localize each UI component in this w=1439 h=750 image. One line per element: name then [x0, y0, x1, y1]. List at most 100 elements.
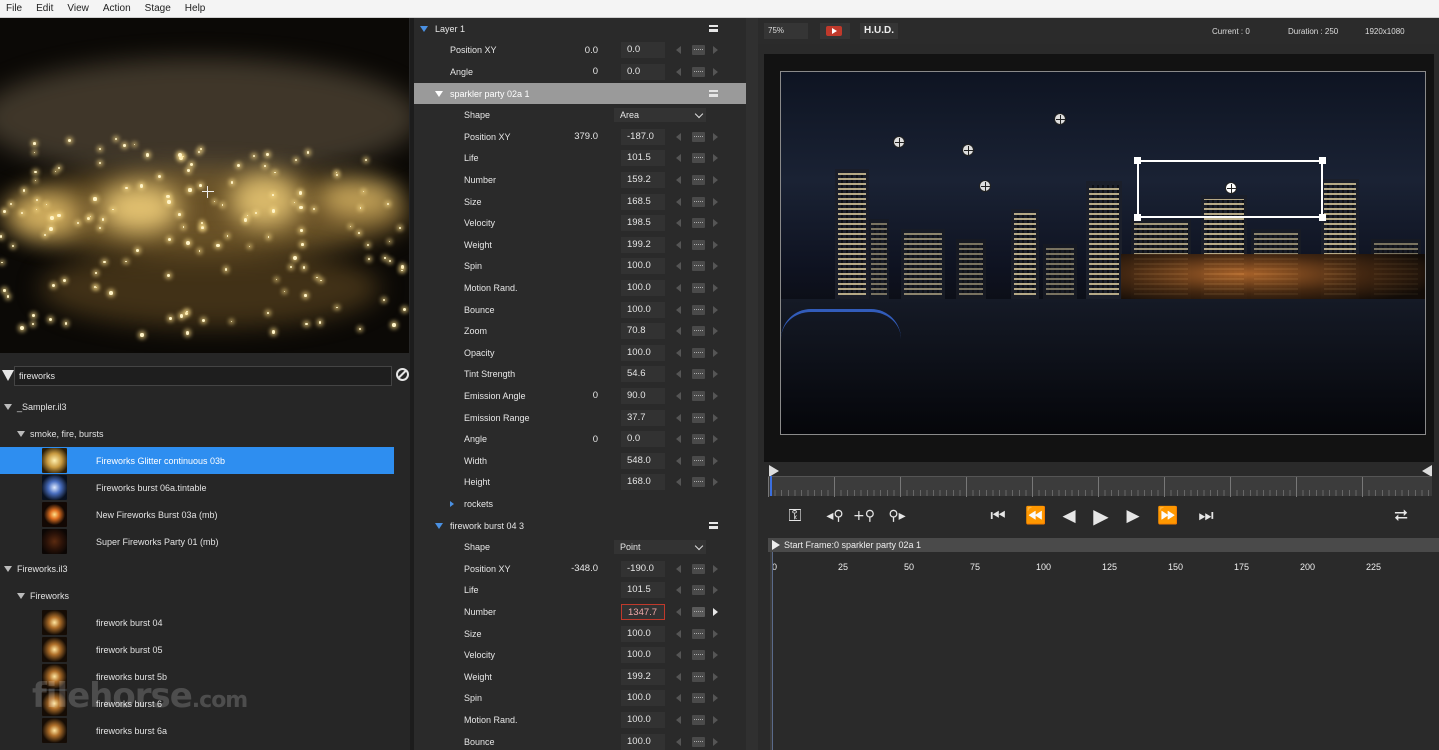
param-value[interactable]: 168.5 [621, 193, 665, 210]
previous-keyframe-icon[interactable] [676, 197, 681, 206]
param-value[interactable]: 101.5 [621, 582, 665, 599]
previous-keyframe-icon[interactable] [676, 305, 681, 314]
next-keyframe-icon[interactable] [713, 391, 718, 400]
resize-handle[interactable] [1134, 157, 1141, 164]
go-to-end-icon[interactable]: ⏭ [1194, 506, 1218, 526]
param-row[interactable]: Bounce 100.0 [414, 299, 758, 321]
previous-keyframe-icon[interactable] [676, 46, 681, 55]
param-row[interactable]: Weight 199.2 [414, 234, 758, 256]
previous-keyframe-icon[interactable] [676, 607, 681, 616]
expand-caret-icon[interactable] [435, 522, 443, 529]
tree-group[interactable]: smoke, fire, bursts [0, 420, 394, 447]
param-value[interactable]: 198.5 [621, 215, 665, 232]
curve-editor-icon[interactable] [692, 736, 705, 747]
next-keyframe-icon[interactable] [713, 564, 718, 573]
param-value-x[interactable]: 0 [554, 66, 598, 77]
loop-icon[interactable]: ⮂ [1388, 506, 1414, 526]
curve-editor-icon[interactable] [692, 390, 705, 401]
param-row[interactable]: Shape Point [414, 536, 758, 558]
frame-ruler[interactable]: 0 25 50 75 100 125 150 175 200 225 [768, 552, 1439, 578]
previous-keyframe-icon[interactable] [676, 175, 681, 184]
param-value[interactable]: 159.2 [621, 171, 665, 188]
expand-caret-icon[interactable] [4, 565, 12, 572]
param-row[interactable]: Number 159.2 [414, 169, 758, 191]
previous-keyframe-icon[interactable] [676, 391, 681, 400]
param-value[interactable]: 0.0 [621, 431, 665, 448]
curve-editor-icon[interactable] [692, 261, 705, 272]
resize-handle[interactable] [1134, 214, 1141, 221]
key-icon[interactable]: ⚿ [780, 506, 810, 526]
param-row[interactable]: Angle 0 0.0 [414, 428, 758, 450]
parameters-scrollbar[interactable] [746, 18, 758, 750]
next-keyframe-icon[interactable] [713, 607, 718, 616]
param-value[interactable]: 90.0 [621, 387, 665, 404]
param-value[interactable]: 100.0 [621, 344, 665, 361]
timeline-scrubber[interactable] [764, 462, 1434, 498]
preset-item[interactable]: firework burst 05 [0, 636, 394, 663]
param-value-x[interactable]: 0.0 [554, 45, 598, 56]
curve-editor-icon[interactable] [692, 585, 705, 596]
next-keyframe-icon[interactable] [713, 283, 718, 292]
next-keyframe-icon[interactable] [713, 197, 718, 206]
param-row[interactable]: Angle 0 0.0 [414, 61, 758, 83]
tree-group[interactable]: Fireworks.il3 [0, 555, 394, 582]
param-value[interactable]: 100.0 [621, 647, 665, 664]
param-row[interactable]: Zoom 70.8 [414, 320, 758, 342]
collapse-all-icon[interactable] [2, 370, 14, 381]
curve-editor-icon[interactable] [692, 671, 705, 682]
curve-editor-icon[interactable] [692, 239, 705, 250]
param-row[interactable]: Motion Rand. 100.0 [414, 709, 758, 731]
curve-editor-icon[interactable] [692, 218, 705, 229]
param-row[interactable]: Width 548.0 [414, 450, 758, 472]
menu-edit[interactable]: Edit [36, 3, 53, 14]
curve-editor-icon[interactable] [692, 347, 705, 358]
previous-keyframe-icon[interactable] [676, 629, 681, 638]
curve-editor-icon[interactable] [692, 412, 705, 423]
param-value-x[interactable]: -348.0 [554, 563, 598, 574]
param-value[interactable]: 37.7 [621, 409, 665, 426]
emitter-handle-icon[interactable] [962, 144, 974, 156]
previous-keyframe-icon[interactable] [676, 564, 681, 573]
previous-keyframe-icon[interactable] [676, 283, 681, 292]
curve-editor-icon[interactable] [692, 45, 705, 56]
previous-keyframe-icon[interactable] [676, 456, 681, 465]
add-key-icon[interactable]: +⚲ [852, 506, 876, 526]
menu-stage[interactable]: Stage [145, 3, 171, 14]
param-value[interactable]: 70.8 [621, 323, 665, 340]
search-input[interactable] [14, 366, 392, 386]
param-row[interactable]: Size 100.0 [414, 623, 758, 645]
next-keyframe-icon[interactable] [713, 219, 718, 228]
next-keyframe-icon[interactable] [713, 737, 718, 746]
stage-canvas[interactable] [780, 71, 1426, 435]
previous-keyframe-icon[interactable] [676, 672, 681, 681]
expand-caret-icon[interactable] [435, 90, 443, 97]
fast-forward-icon[interactable]: ⏩ [1156, 506, 1180, 526]
previous-keyframe-icon[interactable] [676, 651, 681, 660]
curve-editor-icon[interactable] [692, 174, 705, 185]
param-value[interactable]: 101.5 [621, 150, 665, 167]
shape-select[interactable]: Area [614, 108, 706, 123]
previous-keyframe-icon[interactable] [676, 715, 681, 724]
curve-editor-icon[interactable] [692, 369, 705, 380]
next-keyframe-icon[interactable] [713, 46, 718, 55]
param-value[interactable]: 100.0 [621, 279, 665, 296]
next-keyframe-icon[interactable] [713, 67, 718, 76]
previous-keyframe-icon[interactable] [676, 435, 681, 444]
curve-editor-icon[interactable] [692, 153, 705, 164]
param-value[interactable]: 0.0 [621, 42, 665, 59]
preset-item[interactable]: Fireworks Glitter continuous 03b [0, 447, 394, 474]
previous-keyframe-icon[interactable] [676, 132, 681, 141]
emitter-handle-icon[interactable] [1054, 113, 1066, 125]
param-row[interactable]: Emission Range 37.7 [414, 407, 758, 429]
previous-keyframe-icon[interactable] [676, 478, 681, 487]
param-row[interactable]: Velocity 100.0 [414, 644, 758, 666]
curve-editor-icon[interactable] [692, 304, 705, 315]
emitter-handle-icon[interactable] [893, 136, 905, 148]
step-back-icon[interactable]: ◀ [1060, 506, 1078, 526]
stage-viewport[interactable] [764, 54, 1434, 462]
preset-item[interactable]: firework burst 04 [0, 609, 394, 636]
next-keyframe-icon[interactable] [713, 715, 718, 724]
clear-search-icon[interactable] [396, 368, 409, 381]
curve-editor-icon[interactable] [692, 66, 705, 77]
previous-keyframe-icon[interactable] [676, 327, 681, 336]
